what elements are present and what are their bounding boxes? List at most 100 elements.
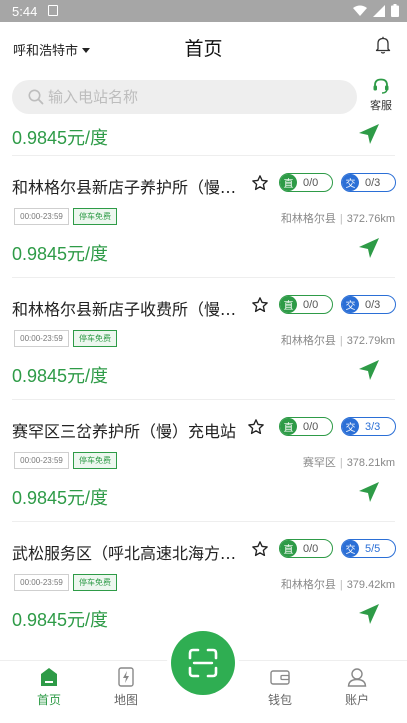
parking-tag: 停车免费 [73, 574, 117, 591]
ac-count: 0/3 [365, 176, 381, 189]
parking-tag: 停车免费 [73, 208, 117, 225]
station-price: 0.9845元/度 [12, 128, 109, 148]
station-price: 0.9845元/度 [12, 488, 109, 508]
station-price: 0.9845元/度 [12, 610, 109, 630]
scan-button-inner [171, 631, 235, 695]
district: 和林格尔县 [280, 213, 336, 225]
station-card[interactable]: 赛罕区三岔养护所（慢）充电站 直 0/0 交 3/3 00:00-23:59 停车免… [0, 400, 407, 521]
district: 和林格尔县 [280, 579, 336, 591]
station-card[interactable]: 和林格尔县新店子收费所（慢充电站 直 0/0 交 0/3 00:00-23:59 停… [0, 278, 407, 399]
dc-charger-badge: 直 0/0 [279, 417, 333, 436]
dc-count: 0/0 [303, 176, 319, 189]
distance: 378.21km [346, 457, 395, 469]
dc-label: 直 [280, 540, 297, 557]
tab-map-label: 地图 [113, 693, 138, 707]
tab-account[interactable]: 账户 [327, 667, 387, 708]
ac-label: 交 [342, 540, 359, 557]
ac-count: 0/3 [365, 298, 381, 311]
partial-station-price-row: 0.9845元/度 [0, 118, 407, 154]
ac-count: 3/3 [365, 420, 381, 433]
tab-home-label: 首页 [36, 693, 61, 707]
separator: | [339, 213, 343, 225]
favorite-star-icon[interactable] [251, 296, 269, 314]
dc-count: 0/0 [303, 542, 319, 555]
scan-icon [188, 648, 218, 678]
search-bar [12, 80, 357, 114]
separator: | [339, 457, 343, 469]
distance: 372.76km [346, 213, 395, 225]
bell-icon[interactable] [375, 36, 391, 54]
navigate-icon[interactable] [357, 358, 381, 382]
station-card[interactable]: 武松服务区（呼北高速北海方向充电站 直0/0 交5/5 00:00-23:59 … [0, 522, 407, 643]
notification-icon [48, 5, 58, 16]
navigate-icon[interactable] [357, 602, 381, 626]
station-list[interactable]: 0.9845元/度 和林格尔县新店子养护所（慢充电站 直 0/0 交 0/3 00:… [0, 118, 407, 658]
hours-tag: 00:00-23:59 [14, 330, 69, 347]
status-time: 5:44 [12, 4, 38, 19]
separator: | [339, 335, 343, 347]
tab-wallet[interactable]: 钱包 [250, 667, 310, 708]
dc-label: 直 [280, 296, 297, 313]
tab-account-label: 账户 [344, 693, 369, 707]
parking-tag: 停车免费 [73, 452, 117, 469]
station-price: 0.9845元/度 [12, 366, 109, 386]
district: 和林格尔县 [280, 335, 336, 347]
customer-service-label: 客服 [370, 99, 392, 112]
dc-count: 0/0 [303, 298, 319, 311]
map-icon [118, 667, 134, 687]
wifi-icon [353, 5, 367, 16]
header: 呼和浩特市 首页 [0, 22, 407, 72]
dc-count: 0/0 [303, 420, 319, 433]
scan-button[interactable] [167, 627, 239, 699]
ac-count: 5/5 [365, 542, 381, 555]
home-icon [41, 668, 57, 686]
search-icon [28, 89, 44, 105]
dc-label: 直 [280, 174, 297, 191]
system-icons [353, 4, 399, 17]
dc-charger-badge: 直 0/0 [279, 173, 333, 192]
search-input[interactable] [48, 80, 348, 114]
station-location: 赛罕区 | 378.21km [303, 454, 395, 470]
ac-charger-badge: 交 5/5 [341, 539, 396, 558]
favorite-star-icon[interactable] [251, 540, 269, 558]
wallet-icon [270, 670, 290, 685]
tab-wallet-label: 钱包 [267, 693, 292, 707]
dc-charger-badge: 直 0/0 [279, 539, 333, 558]
distance: 372.79km [346, 335, 395, 347]
parking-tag: 停车免费 [73, 330, 117, 347]
status-bar: 5:44 [0, 0, 407, 22]
hours-tag: 00:00-23:59 [14, 208, 69, 225]
page-title: 首页 [184, 38, 223, 60]
station-card[interactable]: 和林格尔县新店子养护所（慢充电站 直 0/0 交 0/3 00:00-23:59 停… [0, 156, 407, 277]
headset-icon [373, 78, 389, 94]
favorite-star-icon[interactable] [251, 174, 269, 192]
account-icon [347, 668, 367, 687]
station-name: 赛罕区三岔养护所（慢）充电站 [12, 422, 237, 441]
station-location: 和林格尔县 | 372.76km [281, 210, 395, 226]
ac-label: 交 [342, 174, 359, 191]
battery-icon [391, 4, 399, 17]
station-location: 和林格尔县 | 379.42km [281, 576, 395, 592]
station-name: 和林格尔县新店子收费所（慢充电站 [12, 300, 244, 319]
station-location: 和林格尔县 | 372.79km [281, 332, 395, 348]
dc-charger-badge: 直 0/0 [279, 295, 333, 314]
tab-map[interactable]: 地图 [96, 667, 156, 708]
tab-home[interactable]: 首页 [19, 667, 79, 708]
favorite-star-icon[interactable] [247, 418, 265, 436]
ac-charger-badge: 交 0/3 [341, 295, 396, 314]
navigate-icon[interactable] [357, 122, 381, 146]
ac-charger-badge: 交 0/3 [341, 173, 396, 192]
hours-tag: 00:00-23:59 [14, 574, 69, 591]
dc-label: 直 [280, 418, 297, 435]
station-name: 武松服务区（呼北高速北海方向充电站 [12, 544, 244, 563]
separator: | [339, 579, 343, 591]
district: 赛罕区 [302, 457, 336, 469]
customer-service-button[interactable]: 客服 [366, 78, 396, 113]
station-price: 0.9845元/度 [12, 244, 109, 264]
hours-tag: 00:00-23:59 [14, 452, 69, 469]
navigate-icon[interactable] [357, 480, 381, 504]
navigate-icon[interactable] [357, 236, 381, 260]
cell-signal-icon [373, 4, 385, 17]
ac-label: 交 [342, 296, 359, 313]
ac-charger-badge: 交 3/3 [341, 417, 396, 436]
